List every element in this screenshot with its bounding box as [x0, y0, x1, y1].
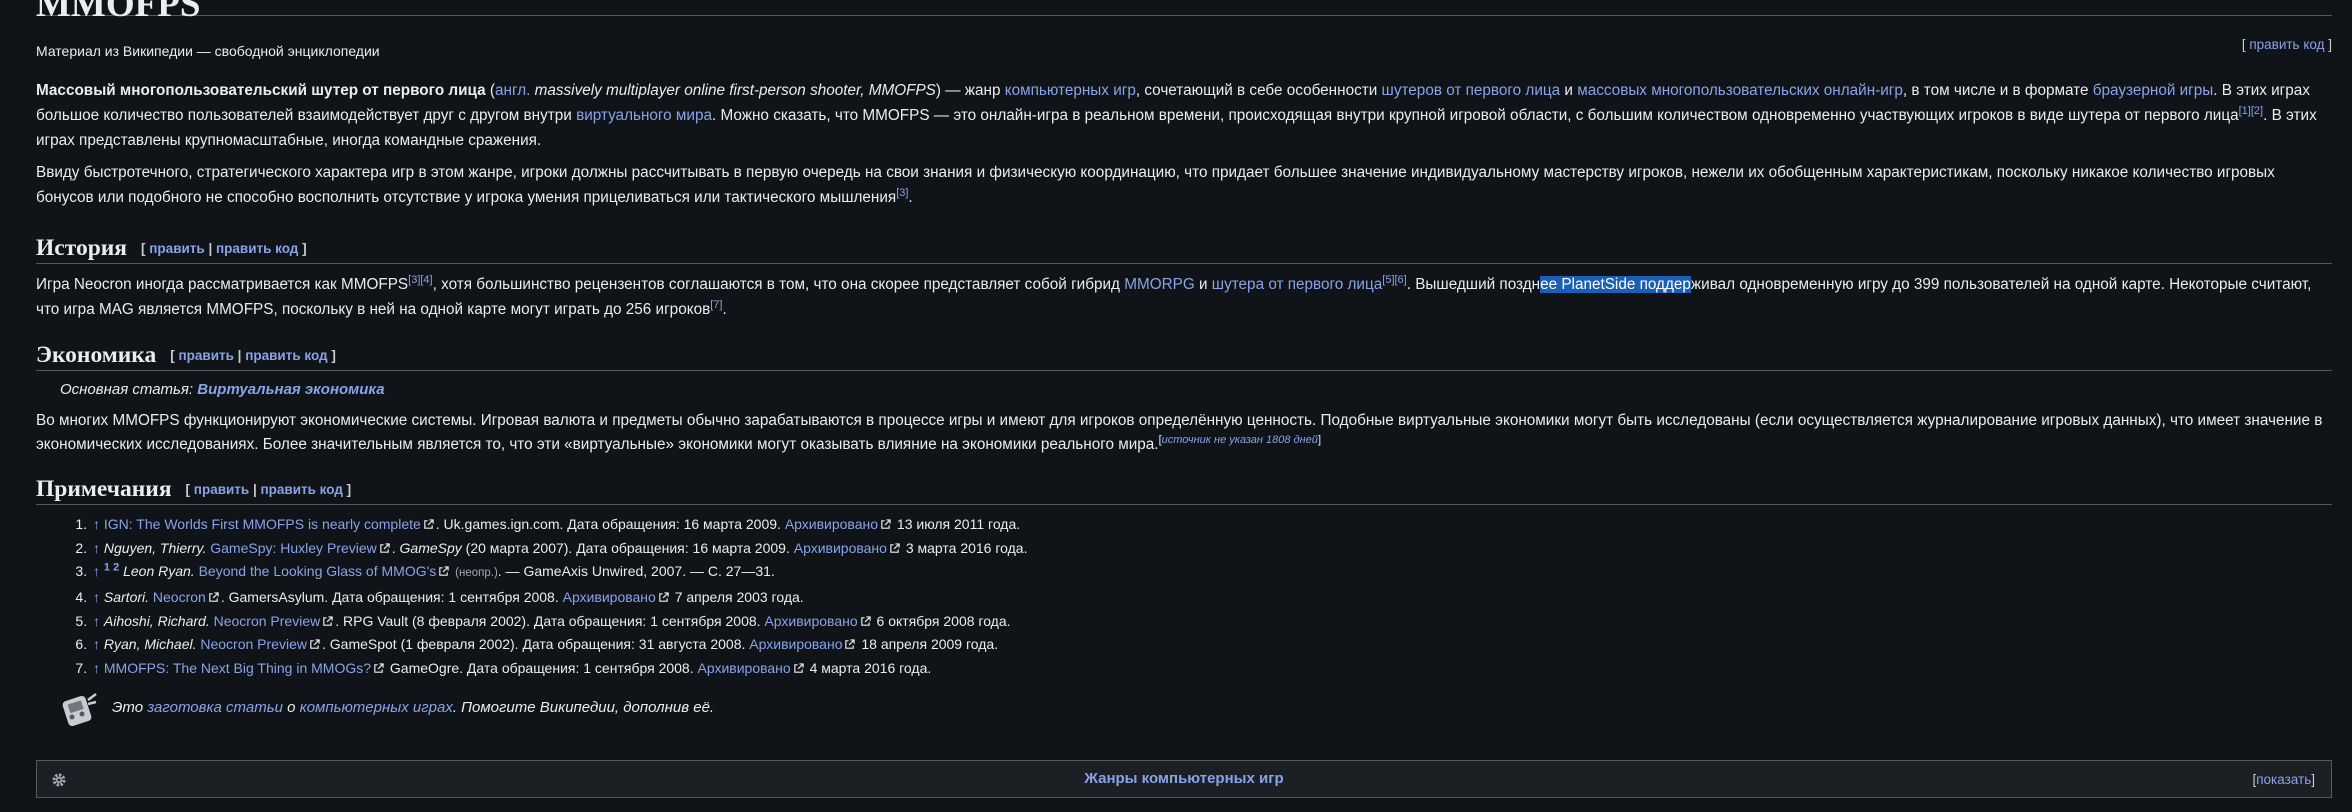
backlink-arrow[interactable]: ↑ [93, 516, 100, 532]
section-edit-links: [ править | править код ] [141, 240, 307, 256]
ref-link[interactable]: Neocron [153, 589, 206, 605]
backlink-arrow: ↑ [93, 563, 100, 580]
link-computer-games-stub[interactable]: компьютерных играх [300, 699, 453, 716]
show-link[interactable]: показать [2256, 772, 2311, 787]
references-list: ↑ IGN: The Worlds First MMOFPS is nearly… [36, 513, 2332, 680]
link-mmo[interactable]: массовых многопользовательских онлайн-иг… [1577, 82, 1903, 99]
intro-paragraph-2: Ввиду быстротечного, стратегического хар… [36, 164, 2275, 207]
backlink-arrow[interactable]: ↑ [93, 613, 100, 629]
navbox: Жанры компьютерных игр [показать] [36, 760, 2332, 798]
economy-paragraph: Во многих MMOFPS функционируют экономиче… [36, 411, 2323, 454]
heading-economy: Экономика[ править | править код ] [36, 340, 2332, 372]
archive-link[interactable]: Архивировано [563, 589, 656, 605]
heading-notes: Примечания[ править | править код ] [36, 474, 2332, 506]
ref-3[interactable]: [3] [408, 274, 420, 286]
reference-item: ↑ IGN: The Worlds First MMOFPS is nearly… [91, 513, 2332, 537]
section-edit-links: [ править | править код ] [185, 482, 352, 498]
edit-code-top: [ править код ] [2241, 37, 2332, 52]
ref-7[interactable]: [7] [710, 299, 722, 311]
archive-link[interactable]: Архивировано [785, 516, 878, 532]
ref-link[interactable]: IGN: The Worlds First MMOFPS is nearly c… [104, 516, 421, 532]
backlink-arrow[interactable]: ↑ [93, 540, 100, 556]
ref-link[interactable]: Neocron Preview [200, 636, 307, 652]
archive-link[interactable]: Архивировано [764, 613, 857, 629]
external-link-icon [659, 592, 669, 602]
ref-4[interactable]: [4] [420, 274, 432, 286]
external-link-icon [793, 663, 804, 673]
edit-code-link[interactable]: править код [216, 241, 298, 256]
edit-link[interactable]: править [194, 482, 249, 497]
page-title: MMOFPS [36, 0, 2332, 23]
edit-code-link[interactable]: править код [261, 482, 343, 497]
external-link-icon [439, 566, 449, 577]
section-edit-links: [ править | править код ] [170, 348, 336, 364]
edit-link[interactable]: править [149, 241, 204, 256]
backlink-arrow[interactable]: ↑ [93, 636, 100, 652]
external-link-icon [845, 639, 856, 649]
ref-6[interactable]: [6] [1395, 274, 1407, 286]
external-link-icon [379, 543, 390, 553]
archive-link[interactable]: Архивировано [794, 540, 887, 556]
link-fps[interactable]: шутеров от первого лица [1382, 82, 1561, 99]
external-link-icon [323, 615, 333, 626]
intro-paragraph-1: Массовый многопользовательский шутер от … [36, 82, 2317, 149]
reference-item: ↑ MMOFPS: The Next Big Thing in MMOGs? G… [91, 657, 2332, 681]
navbox-title-link[interactable]: Жанры компьютерных игр [1084, 770, 1283, 787]
reference-item: ↑ Sartori. Neocron. GamersAsylum. Дата о… [91, 586, 2332, 610]
link-stub[interactable]: заготовка статьи [147, 699, 283, 716]
external-link-icon [209, 592, 219, 602]
site-subtitle: Материал из Википедии — свободной энцикл… [36, 43, 380, 59]
reference-item: ↑ 1 2 Leon Ryan. Beyond the Looking Glas… [91, 560, 2332, 586]
hatnote: Основная статья: Виртуальная экономика [60, 381, 385, 399]
external-link-icon [374, 663, 384, 673]
backlink-b[interactable]: 2 [113, 562, 119, 574]
external-link-icon [881, 519, 891, 529]
link-mmorpg[interactable]: MMORPG [1124, 276, 1195, 293]
backlink-a[interactable]: 1 [104, 562, 110, 574]
ref-link[interactable]: GameSpy: Huxley Preview [210, 540, 377, 556]
citation-needed-link[interactable]: источник не указан 1808 дней [1162, 434, 1318, 446]
stub-box: Это заготовка статьи о компьютерных игра… [36, 690, 2332, 730]
reference-item: ↑ Ryan, Michael. Neocron Preview. GameSp… [91, 633, 2332, 657]
edit-code-link[interactable]: править код [245, 348, 327, 363]
edit-link[interactable]: править [179, 348, 234, 363]
link-computer-games[interactable]: компьютерных игр [1005, 82, 1136, 99]
reference-item: ↑ Nguyen, Thierry. GameSpy: Huxley Previ… [91, 537, 2332, 561]
archive-link[interactable]: Архивировано [698, 660, 791, 676]
intro-bold-term: Массовый многопользовательский шутер от … [36, 82, 486, 99]
archive-link[interactable]: Архивировано [749, 636, 842, 652]
external-link-icon [424, 519, 434, 529]
backlink-arrow[interactable]: ↑ [93, 660, 100, 676]
edit-code-link[interactable]: править код [2249, 37, 2324, 52]
external-link-icon [860, 615, 871, 626]
external-link-icon [890, 543, 900, 553]
navbox-toggle: [показать] [2252, 772, 2315, 787]
ref-link[interactable]: MMOFPS: The Next Big Thing in MMOGs? [104, 660, 371, 676]
link-fps-shooter[interactable]: шутера от первого лица [1212, 276, 1382, 293]
ref-1[interactable]: [1] [2239, 105, 2251, 117]
link-browser-game[interactable]: браузерной игры [2093, 82, 2214, 99]
gamepad-stub-icon [62, 693, 97, 727]
stub-text: Это заготовка статьи о компьютерных игра… [112, 699, 715, 717]
ref-5[interactable]: [5] [1382, 274, 1394, 286]
reference-item: ↑ Aihoshi, Richard. Neocron Preview. RPG… [91, 610, 2332, 634]
external-link-icon [310, 639, 320, 649]
heading-history: История[ править | править код ] [36, 233, 2332, 264]
link-virtual-world[interactable]: виртуального мира [576, 107, 712, 124]
ref-2[interactable]: [2] [2251, 105, 2263, 117]
backlink-arrow[interactable]: ↑ [93, 589, 100, 605]
ref-link[interactable]: Neocron Preview [214, 613, 321, 629]
link-virtual-economy[interactable]: Виртуальная экономика [197, 381, 384, 398]
ref-link[interactable]: Beyond the Looking Glass of MMOG's [199, 563, 437, 579]
history-paragraph: Игра Neocron иногда рассматривается как … [36, 273, 2312, 318]
lang-link[interactable]: англ. [495, 82, 530, 99]
ref-3[interactable]: [3] [896, 187, 908, 199]
text-selection[interactable]: ее PlanetSide поддер [1540, 275, 1691, 293]
